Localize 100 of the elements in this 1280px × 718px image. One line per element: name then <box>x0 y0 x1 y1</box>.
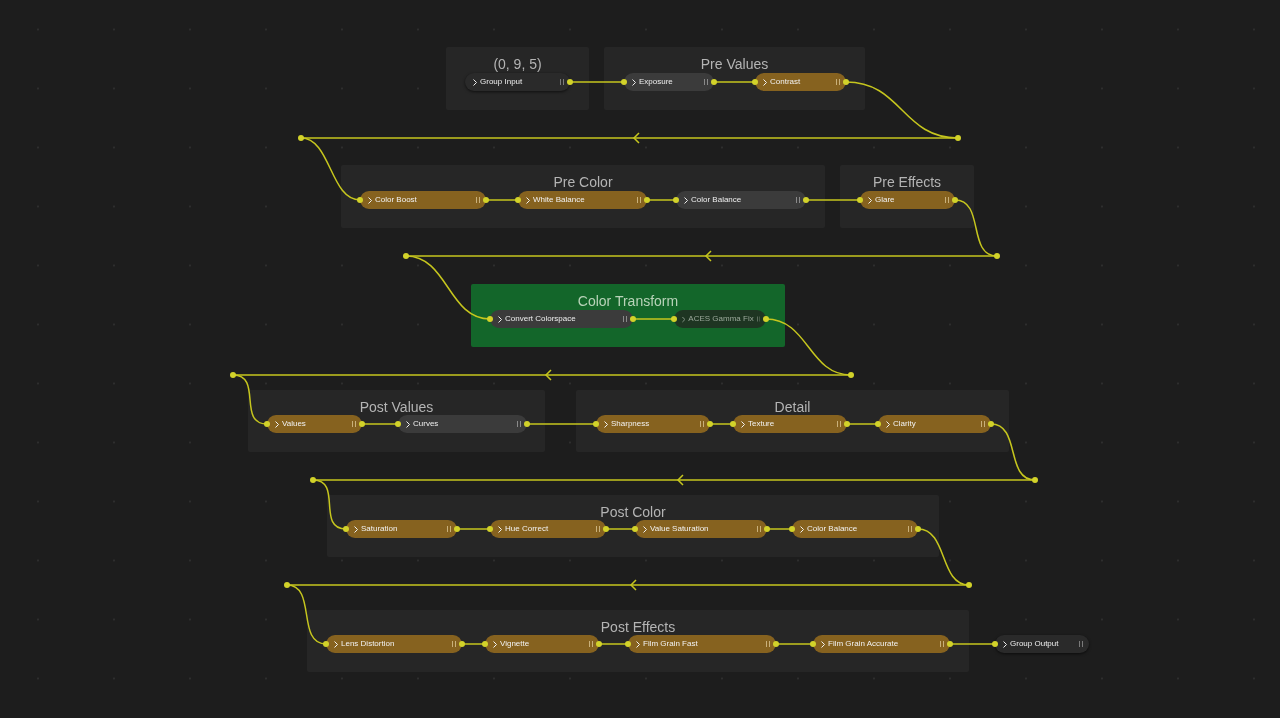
grip-icon[interactable] <box>589 641 593 647</box>
grip-icon[interactable] <box>756 316 760 322</box>
socket-dot[interactable] <box>773 641 779 647</box>
frame-title: Pre Effects <box>872 175 942 189</box>
socket-dot[interactable] <box>487 316 493 322</box>
node[interactable]: Value Saturation <box>635 520 767 538</box>
socket-dot[interactable] <box>621 79 627 85</box>
socket-dot[interactable] <box>264 421 270 427</box>
grip-icon[interactable] <box>837 421 841 427</box>
node[interactable]: Color Boost <box>360 191 486 209</box>
frame-title: Color Transform <box>577 294 679 308</box>
socket-dot[interactable] <box>632 526 638 532</box>
node[interactable]: Values <box>267 415 362 433</box>
node[interactable]: Curves <box>398 415 527 433</box>
socket-dot[interactable] <box>915 526 921 532</box>
socket-dot[interactable] <box>789 526 795 532</box>
socket-dot[interactable] <box>707 421 713 427</box>
socket-dot[interactable] <box>487 526 493 532</box>
node[interactable]: Hue Correct <box>490 520 606 538</box>
node[interactable]: Convert Colorspace <box>490 310 633 328</box>
node[interactable]: Color Balance <box>792 520 918 538</box>
grip-icon[interactable] <box>757 526 761 532</box>
socket-dot[interactable] <box>625 641 631 647</box>
socket-dot[interactable] <box>988 421 994 427</box>
grip-icon[interactable] <box>700 421 704 427</box>
grip-icon[interactable] <box>908 526 912 532</box>
grip-icon[interactable] <box>836 79 840 85</box>
grip-icon[interactable] <box>945 197 949 203</box>
socket-dot[interactable] <box>343 526 349 532</box>
socket-dot[interactable] <box>947 641 953 647</box>
grip-icon[interactable] <box>596 526 600 532</box>
socket-dot[interactable] <box>323 641 329 647</box>
socket-dot[interactable] <box>730 421 736 427</box>
node[interactable]: Film Grain Fast <box>628 635 776 653</box>
reroute-dot <box>848 372 854 378</box>
socket-dot[interactable] <box>515 197 521 203</box>
grip-icon[interactable] <box>1079 641 1083 647</box>
node[interactable]: Exposure <box>624 73 714 91</box>
socket-dot[interactable] <box>483 197 489 203</box>
grip-icon[interactable] <box>623 316 627 322</box>
socket-dot[interactable] <box>630 316 636 322</box>
socket-dot[interactable] <box>567 79 573 85</box>
grip-icon[interactable] <box>476 197 480 203</box>
socket-dot[interactable] <box>673 197 679 203</box>
node[interactable]: Film Grain Accurate <box>813 635 950 653</box>
node[interactable]: White Balance <box>518 191 647 209</box>
node[interactable]: Sharpness <box>596 415 710 433</box>
node[interactable]: Clarity <box>878 415 991 433</box>
socket-dot[interactable] <box>454 526 460 532</box>
reroute-dot <box>298 135 304 141</box>
socket-dot[interactable] <box>803 197 809 203</box>
socket-dot[interactable] <box>459 641 465 647</box>
socket-dot[interactable] <box>644 197 650 203</box>
grip-icon[interactable] <box>981 421 985 427</box>
reroute-dot <box>994 253 1000 259</box>
socket-dot[interactable] <box>992 641 998 647</box>
socket-dot[interactable] <box>857 197 863 203</box>
socket-dot[interactable] <box>843 79 849 85</box>
socket-dot[interactable] <box>711 79 717 85</box>
grip-icon[interactable] <box>452 641 456 647</box>
node[interactable]: Glare <box>860 191 955 209</box>
node[interactable]: Saturation <box>346 520 457 538</box>
socket-dot[interactable] <box>357 197 363 203</box>
grip-icon[interactable] <box>766 641 770 647</box>
node[interactable]: Group Output <box>995 635 1089 653</box>
socket-dot[interactable] <box>482 641 488 647</box>
grip-icon[interactable] <box>637 197 641 203</box>
socket-dot[interactable] <box>763 316 769 322</box>
socket-dot[interactable] <box>875 421 881 427</box>
socket-dot[interactable] <box>395 421 401 427</box>
node[interactable]: Group Input <box>465 73 570 91</box>
node[interactable]: ACES Gamma Fix <box>674 310 766 328</box>
grip-icon[interactable] <box>940 641 944 647</box>
socket-dot[interactable] <box>671 316 677 322</box>
node[interactable]: Vignette <box>485 635 599 653</box>
reroute-dot <box>966 582 972 588</box>
reroute-dot <box>1032 477 1038 483</box>
socket-dot[interactable] <box>593 421 599 427</box>
socket-dot[interactable] <box>844 421 850 427</box>
node[interactable]: Color Balance <box>676 191 806 209</box>
node[interactable]: Contrast <box>755 73 846 91</box>
socket-dot[interactable] <box>952 197 958 203</box>
node[interactable]: Texture <box>733 415 847 433</box>
socket-dot[interactable] <box>810 641 816 647</box>
grip-icon[interactable] <box>517 421 521 427</box>
socket-dot[interactable] <box>524 421 530 427</box>
socket-dot[interactable] <box>603 526 609 532</box>
reroute-dot <box>284 582 290 588</box>
grip-icon[interactable] <box>352 421 356 427</box>
grip-icon[interactable] <box>704 79 708 85</box>
frame-title: Post Effects <box>600 620 676 634</box>
socket-dot[interactable] <box>359 421 365 427</box>
node[interactable]: Lens Distortion <box>326 635 462 653</box>
socket-dot[interactable] <box>596 641 602 647</box>
grip-icon[interactable] <box>447 526 451 532</box>
socket-dot[interactable] <box>764 526 770 532</box>
socket-dot[interactable] <box>752 79 758 85</box>
grip-icon[interactable] <box>560 79 564 85</box>
grip-icon[interactable] <box>796 197 800 203</box>
reroute-dot <box>230 372 236 378</box>
